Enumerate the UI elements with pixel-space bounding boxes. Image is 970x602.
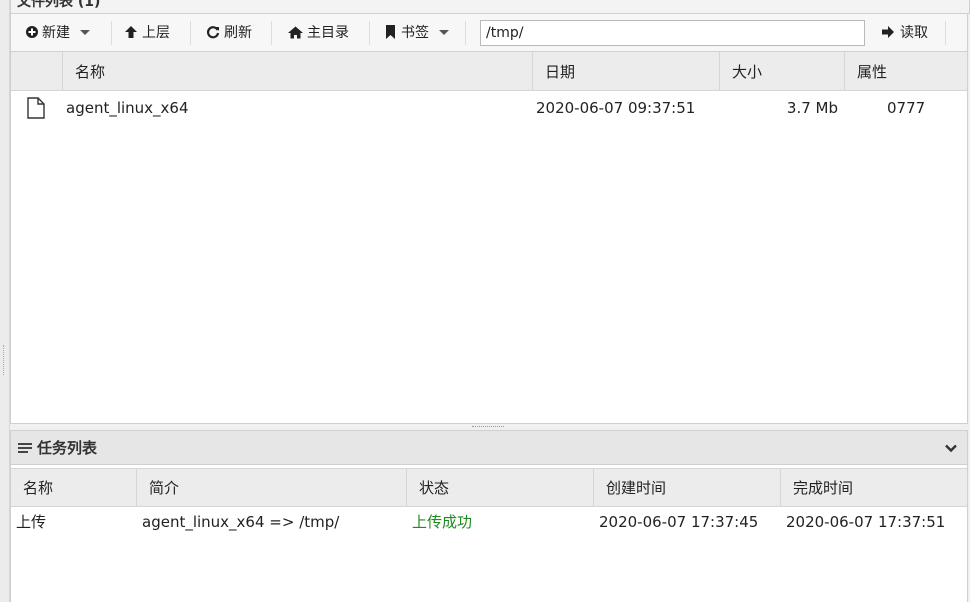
path-input[interactable]: [480, 20, 865, 46]
read-button-label: 读取: [900, 25, 928, 41]
task-column-status[interactable]: 状态: [406, 469, 593, 506]
task-created: 2020-06-07 17:37:45: [599, 513, 759, 531]
left-panel-edge[interactable]: [0, 0, 10, 602]
task-panel-title: 任务列表: [37, 439, 98, 457]
refresh-button[interactable]: 刷新: [206, 14, 252, 50]
file-panel-title-strip: 文件列表 (1): [10, 0, 970, 14]
refresh-icon: [207, 26, 220, 39]
home-button-label: 主目录: [307, 25, 349, 41]
file-date: 2020-06-07 09:37:51: [536, 99, 696, 117]
bookmark-button-label: 书签: [401, 25, 429, 41]
toolbar-divider: [271, 21, 272, 45]
task-finished: 2020-06-07 17:37:51: [786, 513, 946, 531]
toolbar-divider: [945, 21, 946, 45]
file-icon: [27, 97, 45, 119]
bookmark-button[interactable]: 书签: [385, 14, 449, 50]
toolbar-divider: [111, 21, 112, 45]
task-column-name[interactable]: 名称: [11, 469, 136, 506]
task-desc: agent_linux_x64 => /tmp/: [142, 513, 340, 531]
refresh-button-label: 刷新: [224, 25, 252, 41]
file-panel-title: 文件列表 (1): [17, 0, 101, 10]
new-button[interactable]: 新建: [25, 14, 90, 50]
chevron-down-icon: [80, 29, 90, 35]
chevron-down-icon: [439, 29, 449, 35]
toolbar-divider: [465, 21, 466, 45]
task-column-desc[interactable]: 简介: [136, 469, 406, 506]
home-icon: [288, 26, 303, 38]
task-column-created[interactable]: 创建时间: [593, 469, 780, 506]
task-status: 上传成功: [412, 513, 473, 531]
column-header-attr[interactable]: 属性: [844, 52, 967, 90]
file-grid-header: 名称 日期 大小 属性: [11, 52, 967, 91]
home-button[interactable]: 主目录: [288, 14, 349, 50]
task-panel-header[interactable]: 任务列表: [10, 430, 968, 465]
file-name: agent_linux_x64: [66, 99, 189, 117]
arrow-right-icon: [882, 26, 894, 38]
column-header-size[interactable]: 大小: [719, 52, 844, 90]
column-header-icon: [11, 52, 62, 90]
file-size: 3.7 Mb: [786, 99, 838, 117]
chevron-down-icon[interactable]: [943, 440, 959, 456]
task-name: 上传: [16, 513, 47, 531]
task-column-finished[interactable]: 完成时间: [780, 469, 967, 506]
column-header-name[interactable]: 名称: [62, 52, 532, 90]
toolbar: 新建 上层 刷新 主目录 书签 读取: [10, 14, 968, 52]
file-row[interactable]: agent_linux_x64 2020-06-07 09:37:51 3.7 …: [11, 91, 967, 125]
toolbar-divider: [190, 21, 191, 45]
plus-circle-icon: [26, 26, 38, 38]
list-icon: [18, 443, 32, 454]
file-list-panel: 名称 日期 大小 属性 agent_linux_x64 2020-06-07 0…: [10, 52, 968, 424]
task-row[interactable]: 上传 agent_linux_x64 => /tmp/ 上传成功 2020-06…: [11, 505, 967, 539]
up-button-label: 上层: [142, 25, 170, 41]
up-button[interactable]: 上层: [124, 14, 170, 50]
read-button[interactable]: 读取: [881, 14, 928, 50]
task-list-panel: 名称 简介 状态 创建时间 完成时间 上传 agent_linux_x64 =>…: [10, 465, 968, 602]
bookmark-icon: [386, 25, 395, 39]
resize-grip[interactable]: [3, 345, 6, 375]
column-header-date[interactable]: 日期: [532, 52, 719, 90]
new-button-label: 新建: [42, 25, 70, 41]
toolbar-divider: [369, 21, 370, 45]
arrow-up-icon: [125, 26, 137, 38]
task-grid-header: 名称 简介 状态 创建时间 完成时间: [11, 468, 967, 507]
file-attr: 0777: [887, 99, 926, 117]
splitter-grip[interactable]: [472, 426, 504, 428]
